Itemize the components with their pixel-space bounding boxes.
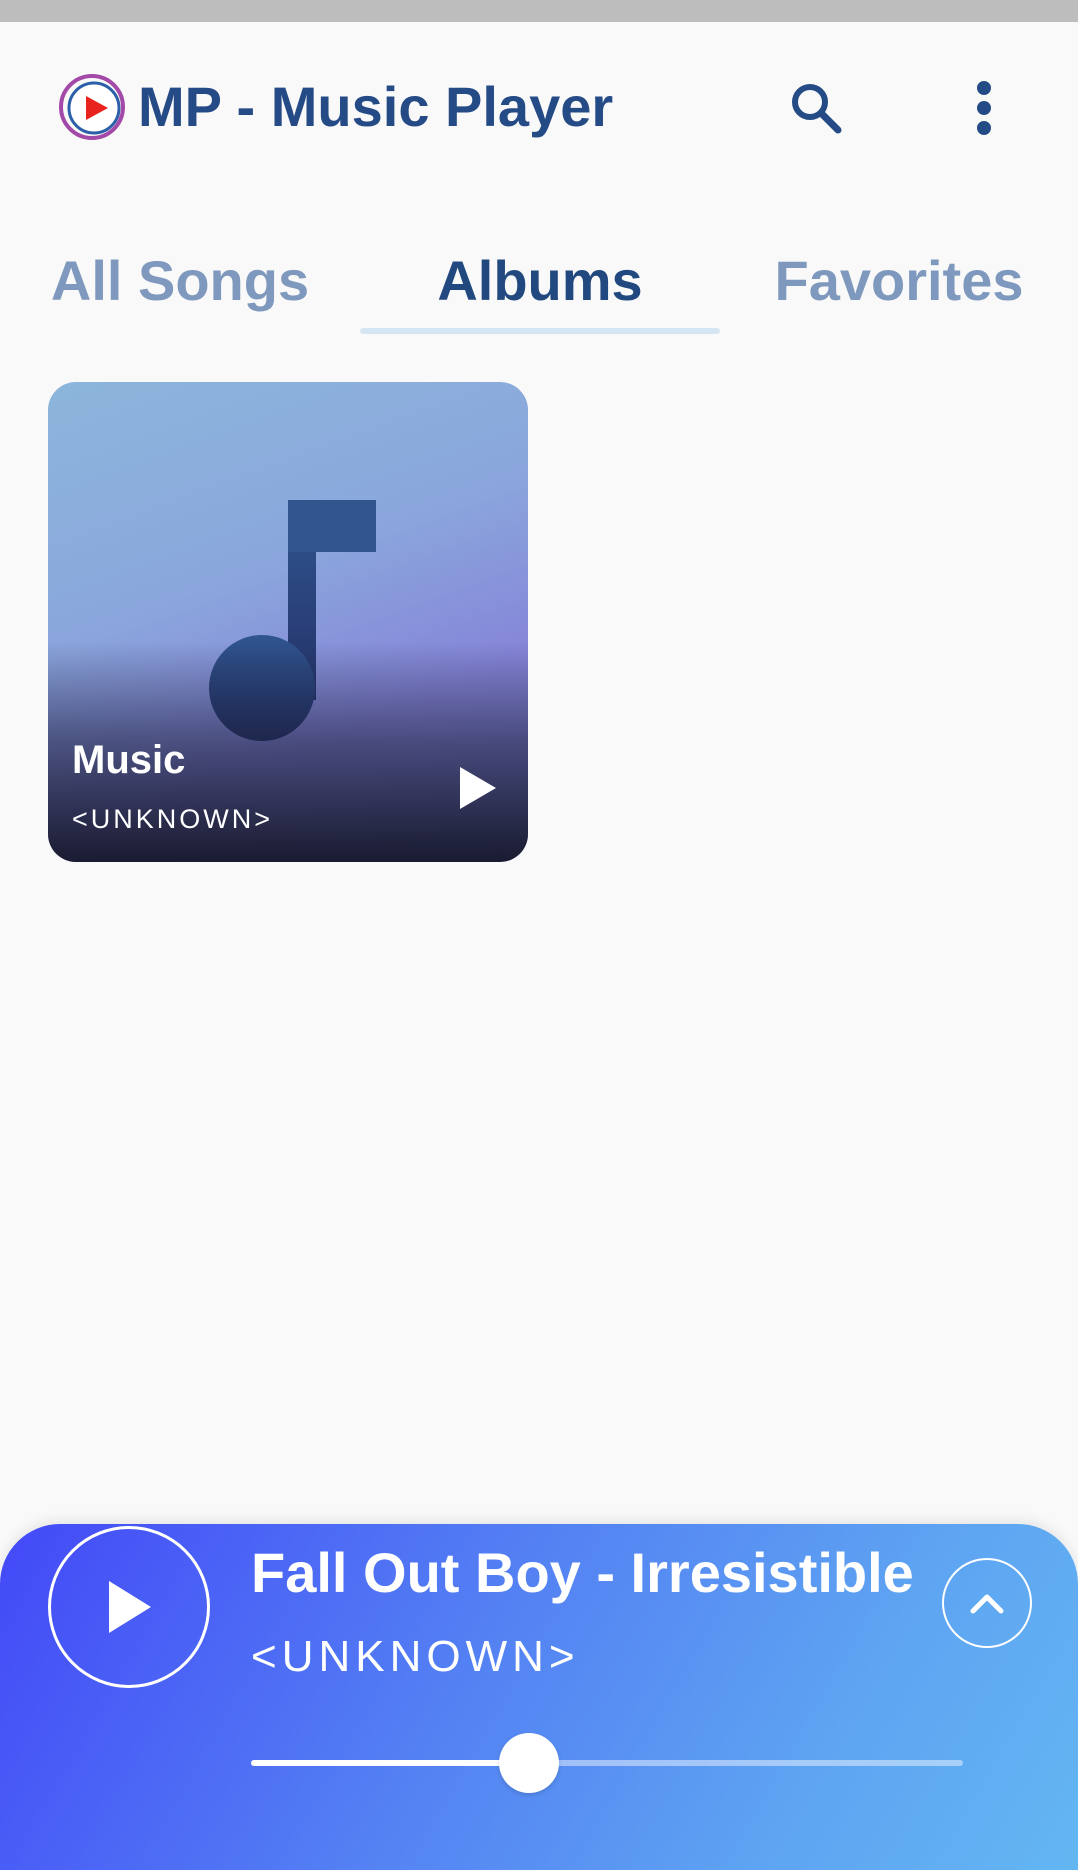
- tab-bar: All Songs Albums Favorites: [0, 225, 1078, 335]
- tab-indicator: [360, 328, 720, 334]
- chevron-up-icon: [970, 1594, 1004, 1614]
- tab-all-songs[interactable]: All Songs: [0, 225, 360, 335]
- tab-favorites[interactable]: Favorites: [720, 225, 1078, 335]
- app-logo-icon: [58, 73, 126, 141]
- expand-player-button[interactable]: [942, 1558, 1032, 1648]
- album-play-button[interactable]: [450, 760, 506, 816]
- seek-progress: [251, 1760, 529, 1766]
- app-bar: MP - Music Player: [0, 22, 1078, 197]
- more-options-button[interactable]: [948, 72, 1020, 144]
- album-artist: <UNKNOWN>: [72, 804, 274, 834]
- mini-player[interactable]: Fall Out Boy - Irresistible <UNKNOWN>: [0, 1524, 1078, 1870]
- now-playing-artist: <UNKNOWN>: [251, 1632, 580, 1681]
- status-bar: [0, 0, 1078, 22]
- album-card[interactable]: Music <UNKNOWN>: [48, 382, 528, 862]
- now-playing-title: Fall Out Boy - Irresistible: [251, 1541, 914, 1604]
- album-title: Music: [72, 738, 186, 782]
- app-title: MP - Music Player: [138, 75, 614, 138]
- seek-thumb[interactable]: [498, 1733, 559, 1793]
- search-button[interactable]: [780, 72, 852, 144]
- search-icon: [792, 84, 842, 134]
- more-vert-icon: [977, 81, 991, 135]
- seek-bar[interactable]: [251, 1733, 963, 1793]
- music-player-screen: MP - Music Player All Songs Albums Favor…: [0, 0, 1078, 1870]
- mini-player-play-button[interactable]: [48, 1526, 210, 1688]
- play-icon: [460, 767, 496, 809]
- play-icon: [109, 1581, 151, 1633]
- tab-albums[interactable]: Albums: [360, 225, 720, 335]
